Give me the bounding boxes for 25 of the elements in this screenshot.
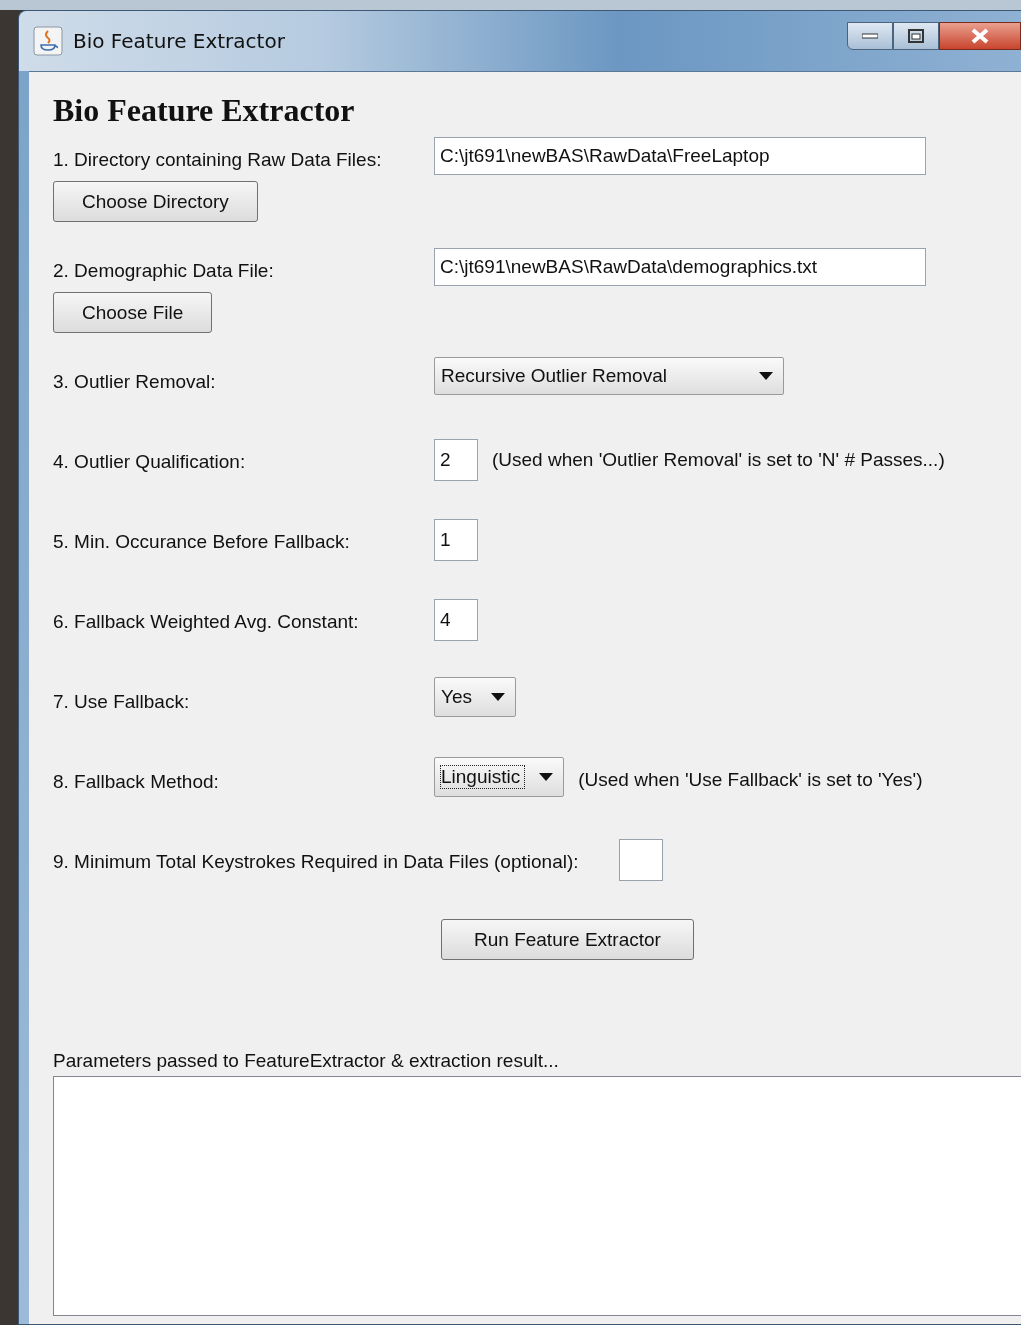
- choose-button[interactable]: Choose File: [53, 292, 213, 333]
- number-field[interactable]: 4: [434, 599, 478, 641]
- output-label: Parameters passed to FeatureExtractor & extraction result...: [53, 1050, 560, 1072]
- field-label: 9. Minimum Total Keystrokes Required in Data Files (optional):: [53, 850, 579, 873]
- path-field[interactable]: C:\jt691\newBAS\RawData\FreeLaptop: [434, 137, 926, 175]
- dropdown[interactable]: Recursive Outlier Removal: [434, 357, 784, 395]
- field-label: 5. Min. Occurance Before Fallback:: [53, 530, 351, 553]
- hint-text: (Used when 'Use Fallback' is set to 'Yes'): [578, 769, 923, 791]
- number-field[interactable]: 2: [434, 439, 478, 481]
- field-label: 7. Use Fallback:: [53, 690, 191, 713]
- field-label: 2. Demographic Data File:: [53, 259, 275, 282]
- field-label: 4. Outlier Qualification:: [53, 450, 247, 473]
- number-field[interactable]: 1: [434, 519, 478, 561]
- field-label: 1. Directory containing Raw Data Files:: [53, 148, 383, 171]
- dropdown[interactable]: Yes: [434, 677, 516, 717]
- form-heading: Bio Feature Extractor: [53, 92, 356, 129]
- choose-button[interactable]: Choose Directory: [53, 181, 258, 222]
- field-label: 8. Fallback Method:: [53, 770, 220, 793]
- run-button[interactable]: Run Feature Extractor: [441, 919, 694, 960]
- hint-text: (Used when 'Outlier Removal' is set to 'N' # Passes...): [492, 449, 945, 471]
- dropdown[interactable]: Linguistic: [434, 757, 565, 797]
- path-field[interactable]: C:\jt691\newBAS\RawData\demographics.txt: [434, 248, 926, 286]
- field-label: 6. Fallback Weighted Avg. Constant:: [53, 610, 360, 633]
- field-label: 3. Outlier Removal:: [53, 370, 217, 393]
- window-title: Bio Feature Extractor: [73, 29, 285, 53]
